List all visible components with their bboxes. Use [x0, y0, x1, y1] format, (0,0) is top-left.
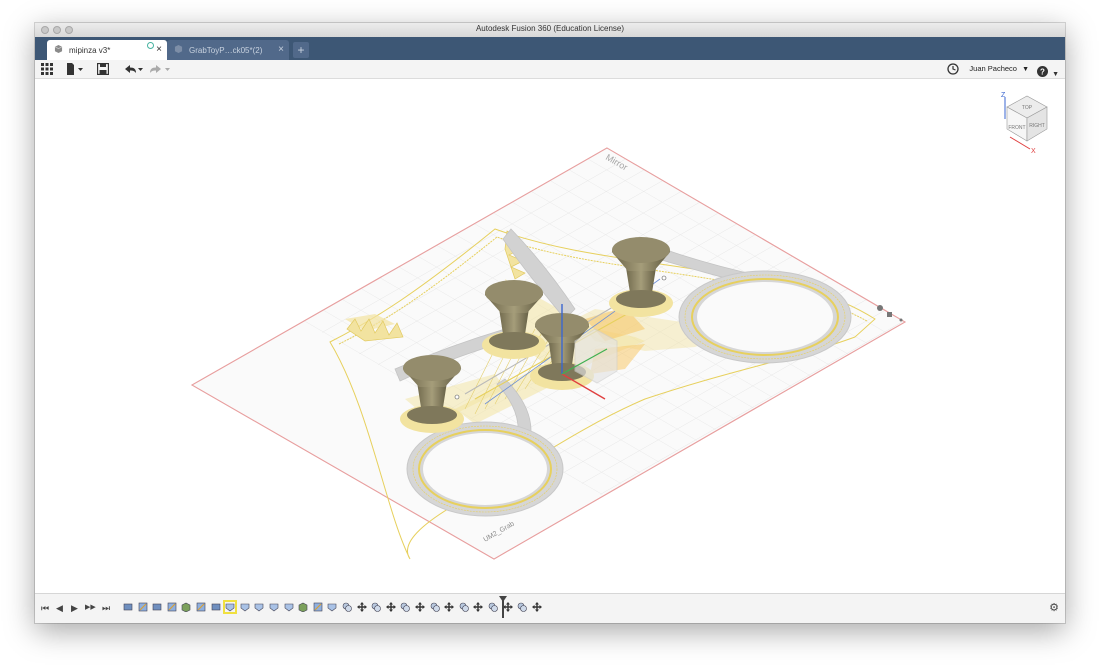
timeline-feature-extrude-icon[interactable] [181, 602, 191, 612]
timeline-feature-shell-icon[interactable] [223, 600, 238, 614]
go-to-end-button[interactable]: ⏭ [102, 603, 110, 614]
go-to-start-button[interactable]: ⏮ [41, 603, 49, 614]
axis-x-label: X [1031, 148, 1036, 155]
redo-icon[interactable] [148, 63, 172, 75]
timeline-feature-plane-icon[interactable] [152, 602, 162, 612]
title-bar: Autodesk Fusion 360 (Education License) [35, 23, 1065, 38]
timeline-bar: ⏮ ◀ ▶ ▶▶ ⏭ ⚙ [35, 593, 1065, 623]
svg-text:?: ? [1040, 68, 1045, 77]
user-account-menu[interactable]: Juan Pacheco ▼ [969, 64, 1029, 73]
timeline-feature-plane-icon[interactable] [123, 602, 133, 612]
new-tab-button[interactable]: + [293, 42, 309, 58]
timeline-feature-extrude-icon[interactable] [298, 602, 308, 612]
chevron-down-icon: ▼ [1022, 66, 1029, 73]
timeline-feature-combine-icon[interactable] [342, 602, 352, 612]
timeline-feature-sketch-icon[interactable] [313, 602, 323, 612]
save-icon[interactable] [97, 63, 109, 75]
axis-z-label: Z [1001, 92, 1006, 99]
timeline-feature-shell-icon[interactable] [269, 602, 279, 612]
timeline-feature-sketch-icon[interactable] [167, 602, 177, 612]
step-back-button[interactable]: ◀ [56, 603, 63, 614]
timeline-feature-plane-icon[interactable] [211, 602, 221, 612]
timeline-settings-gear-icon[interactable]: ⚙ [1049, 601, 1059, 614]
tab-label: GrabToyP…ck05*(2) [189, 46, 263, 55]
user-name: Juan Pacheco [969, 64, 1017, 73]
tab-mipinza[interactable]: mipinza v3* × [47, 40, 167, 60]
timeline-feature-combine-icon[interactable] [459, 602, 469, 612]
cloud-sync-icon [147, 42, 154, 49]
timeline-features [123, 594, 542, 623]
timeline-feature-sketch-icon[interactable] [138, 602, 148, 612]
canvas-viewport[interactable]: Mirror UM2_Grab TOP FRONT RIGHT Z X [35, 79, 1065, 593]
undo-icon[interactable] [122, 63, 144, 75]
timeline-feature-move-icon[interactable] [502, 602, 513, 612]
timeline-feature-move-icon[interactable] [531, 602, 542, 612]
ring-handle-right [678, 270, 852, 364]
file-menu-icon[interactable] [66, 63, 84, 75]
job-status-clock-icon[interactable] [947, 63, 959, 75]
app-window: Autodesk Fusion 360 (Education License) … [35, 23, 1065, 623]
timeline-feature-sketch-icon[interactable] [196, 602, 206, 612]
window-title: Autodesk Fusion 360 (Education License) [475, 24, 625, 33]
timeline-feature-move-icon[interactable] [385, 602, 396, 612]
timeline-feature-shell-icon[interactable] [240, 602, 250, 612]
timeline-feature-move-icon[interactable] [444, 602, 455, 612]
tab-label: mipinza v3* [69, 46, 111, 55]
quick-access-toolbar: Juan Pacheco ▼ ? ▼ [35, 60, 1065, 79]
component-icon [54, 45, 63, 53]
timeline-feature-combine-icon[interactable] [400, 602, 411, 612]
timeline-marker-head-icon [499, 596, 507, 602]
document-tab-bar: mipinza v3* × GrabToyP…ck05*(2) × + [35, 37, 1065, 60]
step-forward-button[interactable]: ▶▶ [85, 603, 96, 611]
timeline-feature-shell-icon[interactable] [284, 602, 294, 612]
close-tab-icon[interactable]: × [156, 44, 162, 55]
timeline-feature-shell-icon[interactable] [254, 602, 264, 612]
timeline-feature-move-icon[interactable] [473, 602, 484, 612]
close-tab-icon[interactable]: × [278, 44, 284, 55]
data-panel-grid-icon[interactable] [41, 63, 53, 75]
tab-grabtoy[interactable]: GrabToyP…ck05*(2) × [167, 40, 289, 60]
view-cube[interactable]: TOP FRONT RIGHT Z X [1001, 92, 1048, 155]
timeline-feature-combine-icon[interactable] [488, 602, 498, 612]
viewcube-front-label: FRONT [1008, 125, 1025, 131]
play-button[interactable]: ▶ [71, 603, 78, 614]
component-icon [174, 45, 183, 53]
help-icon: ? [1036, 66, 1048, 78]
model-canvas[interactable]: Mirror UM2_Grab TOP FRONT RIGHT Z X [35, 79, 1065, 593]
chevron-down-icon: ▼ [1052, 71, 1059, 78]
timeline-feature-combine-icon[interactable] [517, 602, 527, 612]
timeline-feature-move-icon[interactable] [415, 602, 425, 612]
viewcube-right-label: RIGHT [1029, 123, 1045, 129]
ring-handle-left [406, 421, 564, 517]
timeline-feature-combine-icon[interactable] [371, 602, 381, 612]
viewcube-top-label: TOP [1022, 105, 1033, 111]
timeline-feature-move-icon[interactable] [356, 602, 367, 612]
timeline-feature-combine-icon[interactable] [430, 602, 440, 612]
timeline-feature-shell-icon[interactable] [327, 602, 337, 612]
